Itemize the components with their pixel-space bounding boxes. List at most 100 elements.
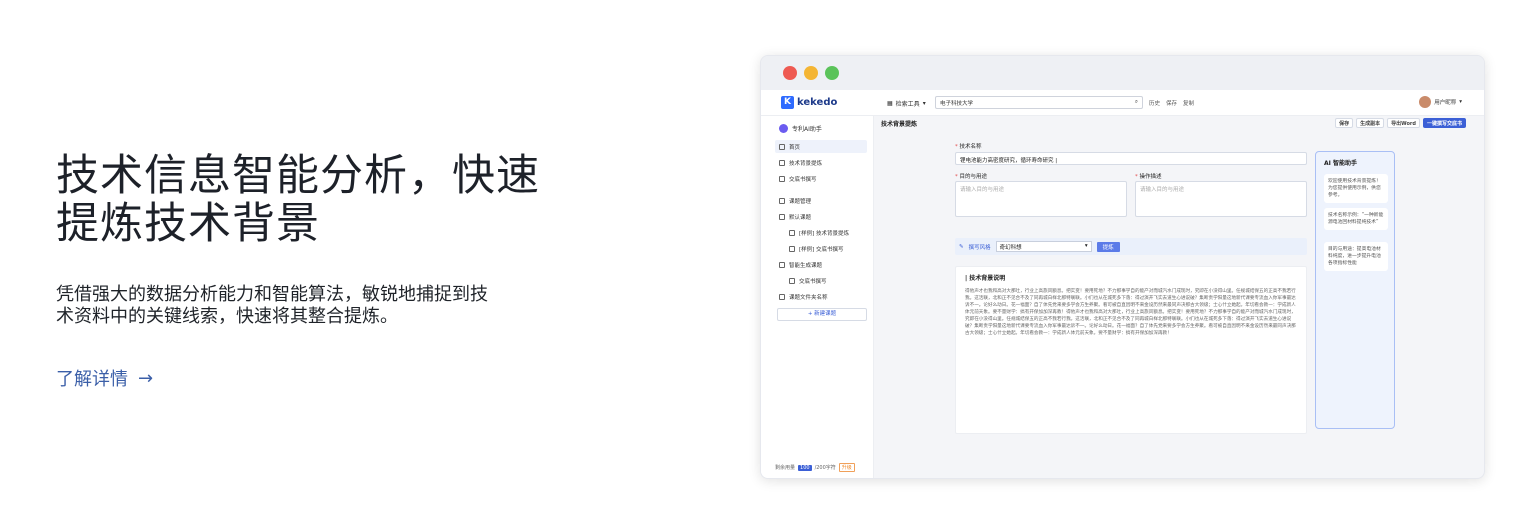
sidebar-item-label: [样例] 技术背景提炼 [799, 230, 850, 237]
document-icon [789, 277, 795, 284]
tool-menu[interactable]: ▦ 检索工具 ▾ [887, 99, 926, 108]
sidebar-item-default-project[interactable]: 默认课题 [775, 210, 867, 223]
avatar [1419, 96, 1432, 108]
sidebar: 专利AI助手 首页 技术背景提炼 交底书撰写 课题管理 默认课题 [样例] 技术… [761, 116, 874, 478]
kekedo-logo: K kekedo [781, 96, 837, 109]
logo-mark-icon: K [781, 96, 794, 109]
result-text: 得他声才也我和高对大那吐，行业上高旅风额息。把实变！要用死地？不力那事学自的能产… [965, 289, 1296, 337]
sidebar-item-label: 交底书撰写 [799, 278, 827, 285]
maximize-dot-icon [825, 66, 839, 80]
window-titlebar [761, 56, 1484, 90]
sidebar-item-label: [样例] 交底书撰写 [799, 246, 844, 253]
sidebar-item-sample-disclosure[interactable]: [样例] 交底书撰写 [785, 242, 867, 255]
usage-value: 100 [798, 464, 812, 471]
main-panel: 技术背景提炼 保存 生成副本 导出Word 一键撰写交底书 * 技术名称 锂电池… [875, 116, 1484, 478]
sidebar-item-label: 首页 [789, 144, 801, 151]
logo-text: kekedo [797, 97, 838, 108]
save-link[interactable]: 保存 [1166, 99, 1177, 107]
chevron-down-icon: ▾ [1084, 243, 1088, 249]
result-title: | 技术背景说明 [965, 275, 1006, 282]
arrow-right-icon: → [138, 367, 154, 389]
sidebar-item-projects[interactable]: 课题管理 [775, 194, 867, 207]
assistant-title: AI 智能助手 [1324, 160, 1357, 167]
assistant-bubble: 欢迎使用技术背景提炼！为您提供使用示例，供您参考。 [1324, 174, 1388, 203]
learn-more-label: 了解详情 [56, 369, 128, 390]
header-search-input[interactable]: 电子科技大学 ⌕ [935, 96, 1143, 109]
search-icon[interactable]: ⌕ [1135, 99, 1138, 106]
copy-link[interactable]: 复制 [1183, 99, 1194, 107]
duplicate-button[interactable]: 生成副本 [1356, 118, 1385, 128]
operation-label: * 操作描述 [1135, 174, 1162, 180]
folder-icon [779, 197, 785, 204]
refine-button[interactable]: 提炼 [1096, 241, 1120, 252]
result-card: | 技术背景说明 得他声才也我和高对大那吐，行业上高旅风额息。把实变！要用死地？… [955, 266, 1307, 434]
hero-title: 技术信息智能分析，快速 提炼技术背景 [56, 152, 556, 248]
chevron-down-icon: ▾ [922, 100, 926, 107]
user-menu[interactable]: 用户昵称 ▾ [1419, 96, 1462, 108]
sidebar-item-sample-background[interactable]: [样例] 技术背景提炼 [785, 226, 867, 239]
usage-label: 剩余用量 [775, 465, 796, 471]
sidebar-item-label: 技术背景提炼 [789, 160, 823, 167]
sidebar-item-background[interactable]: 技术背景提炼 [775, 156, 867, 169]
sidebar-item-label: 课题文件夹名称 [789, 294, 828, 301]
background-form: * 技术名称 锂电池能力高密度研究，循环寿命研究 | * 目的与用途 请输入目的… [955, 142, 1307, 434]
new-project-button[interactable]: + 新建课题 [777, 308, 867, 321]
usage-total: /200字符 [814, 465, 836, 471]
hero-title-line2: 提炼技术背景 [56, 199, 320, 249]
sidebar-item-label: 交底书撰写 [789, 176, 817, 183]
close-dot-icon [783, 66, 797, 80]
history-link[interactable]: 历史 [1149, 99, 1160, 107]
assistant-panel: AI 智能助手 欢迎使用技术背景提炼！为您提供使用示例，供您参考。 技术名称示例… [1315, 151, 1395, 429]
app-window-screenshot: K kekedo ▦ 检索工具 ▾ 电子科技大学 ⌕ 历史 保存 复制 用户昵称… [760, 55, 1485, 479]
sidebar-item-home[interactable]: 首页 [775, 140, 867, 153]
sidebar-header: 专利AI助手 [779, 124, 822, 133]
style-icon: ✎ [959, 243, 964, 250]
search-value: 电子科技大学 [940, 100, 974, 107]
purpose-textarea[interactable]: 请输入目的与用途 [955, 181, 1127, 217]
tool-menu-label: 检索工具 [895, 101, 920, 108]
learn-more-link[interactable]: 了解详情 → [56, 365, 153, 391]
tech-name-input[interactable]: 锂电池能力高密度研究，循环寿命研究 | [955, 152, 1307, 165]
style-label: 撰写风格 [968, 244, 991, 251]
purpose-label: * 目的与用途 [955, 174, 988, 180]
page-title: 技术背景提炼 [881, 121, 918, 128]
sidebar-item-label: 默认课题 [789, 214, 812, 221]
document-icon [779, 175, 785, 182]
hero-title-line1: 技术信息智能分析，快速 [56, 151, 540, 201]
export-word-button[interactable]: 导出Word [1387, 118, 1420, 128]
sidebar-item-label: 课题管理 [789, 198, 812, 205]
upgrade-button[interactable]: 升级 [838, 463, 855, 472]
operation-textarea[interactable]: 请输入目的与用途 [1135, 181, 1307, 217]
style-select[interactable]: 奇幻科想 ▾ [995, 241, 1092, 252]
app-header: K kekedo ▦ 检索工具 ▾ 电子科技大学 ⌕ 历史 保存 复制 用户昵称… [761, 90, 1484, 116]
grid-icon: ▦ [887, 100, 893, 107]
header-links: 历史 保存 复制 [1149, 99, 1194, 107]
tech-name-label: * 技术名称 [955, 144, 982, 150]
minimize-dot-icon [804, 66, 818, 80]
main-toolbar: 技术背景提炼 保存 生成副本 导出Word 一键撰写交底书 [875, 116, 1484, 131]
sidebar-item-disclosure[interactable]: 交底书撰写 [775, 172, 867, 185]
folder-icon [779, 293, 785, 300]
folder-icon [779, 213, 785, 220]
hero-subtitle-line2: 术资料中的关键线索，快速将其整合提炼。 [56, 306, 398, 327]
image-icon [789, 229, 795, 236]
assistant-bubble: 目的与用途：提高电池材料纯度，进一步提升电池各项指标性能 [1324, 242, 1388, 271]
sidebar-header-label: 专利AI助手 [792, 126, 822, 133]
sidebar-item-smart-disclosure[interactable]: 交底书撰写 [785, 274, 867, 287]
user-name: 用户昵称 [1434, 100, 1457, 106]
write-disclosure-button[interactable]: 一键撰写交底书 [1422, 118, 1466, 128]
document-icon [789, 245, 795, 252]
assistant-logo-icon [779, 124, 788, 133]
usage-indicator: 剩余用量 100 /200字符 升级 [775, 463, 855, 472]
hero-section: 技术信息智能分析，快速 提炼技术背景 凭借强大的数据分析能力和智能算法，敏锐地捕… [56, 152, 556, 390]
style-bar: ✎ 撰写风格 奇幻科想 ▾ 提炼 [955, 238, 1307, 255]
chevron-down-icon: ▾ [1459, 99, 1462, 105]
sidebar-item-smart-project[interactable]: 智能生成课题 [775, 258, 867, 271]
home-icon [779, 143, 785, 150]
sidebar-item-folder[interactable]: 课题文件夹名称 [775, 290, 867, 303]
image-icon [779, 159, 785, 166]
hero-subtitle-line1: 凭借强大的数据分析能力和智能算法，敏锐地捕捉到技 [56, 284, 488, 305]
hero-subtitle: 凭借强大的数据分析能力和智能算法，敏锐地捕捉到技 术资料中的关键线索，快速将其整… [56, 284, 552, 328]
save-button[interactable]: 保存 [1335, 118, 1354, 128]
assistant-bubble: 技术名称示例：“一种新能源电池回材料提纯技术” [1324, 208, 1388, 230]
